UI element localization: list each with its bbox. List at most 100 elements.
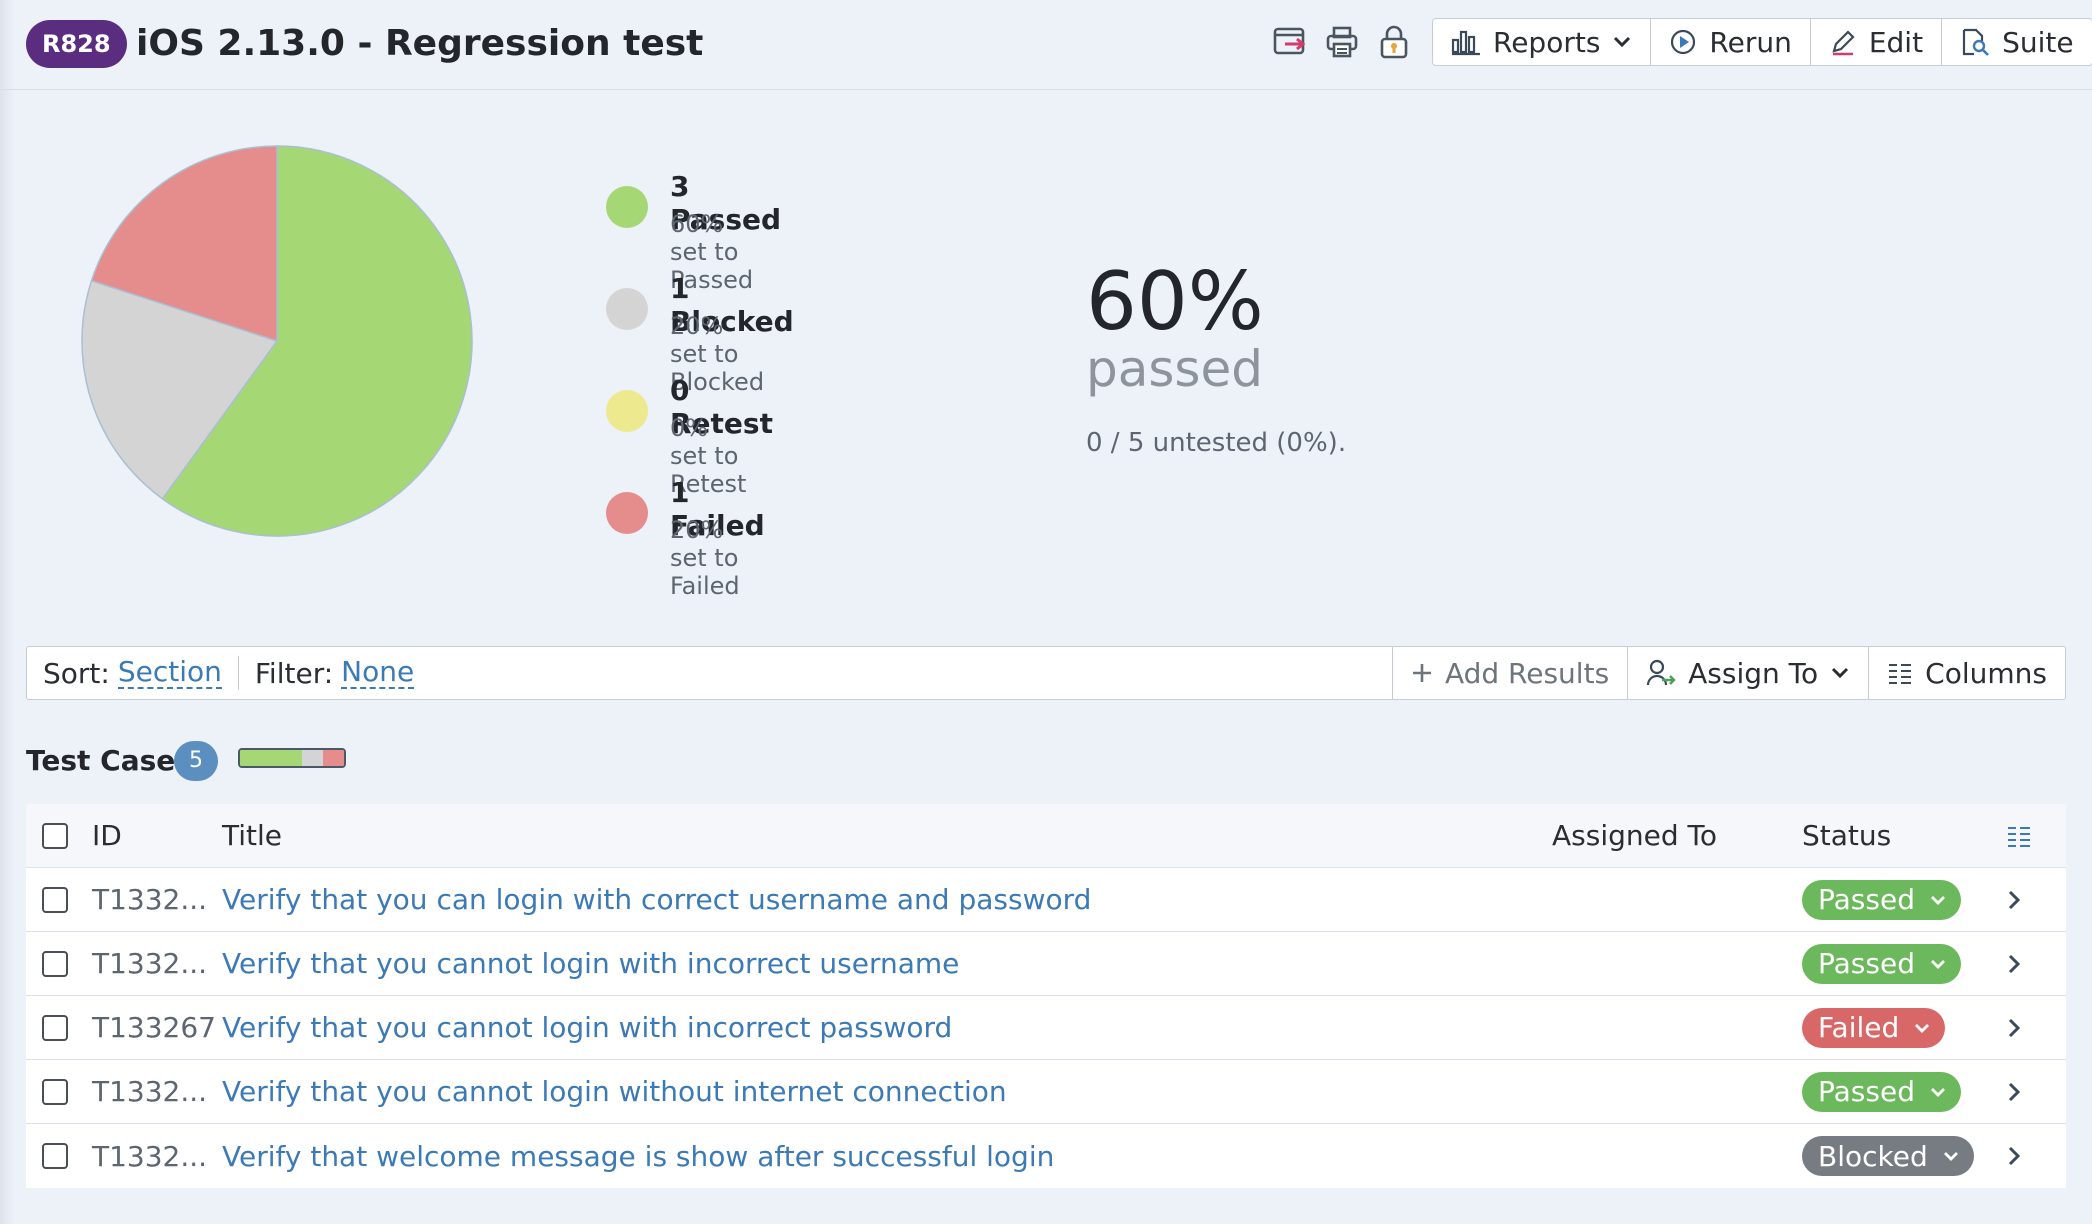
columns-label: Columns	[1925, 656, 2047, 690]
columns-button[interactable]: Columns	[1868, 647, 2065, 699]
chevron-down-icon	[1930, 959, 1945, 969]
run-header: R828 iOS 2.13.0 - Regression test Report…	[0, 0, 2092, 90]
status-dropdown[interactable]: Passed	[1802, 1071, 1961, 1112]
test-id: T1332...	[92, 1075, 208, 1108]
column-header-status[interactable]: Status	[1802, 804, 1891, 867]
reports-icon	[1451, 30, 1480, 56]
row-checkbox[interactable]	[42, 950, 68, 977]
untested-summary: 0 / 5 untested (0%).	[1086, 428, 1347, 458]
sort-label: Sort:	[43, 656, 110, 690]
test-title-link[interactable]: Verify that you can login with correct u…	[222, 868, 1091, 931]
tests-toolbar: Sort: Section Filter: None Add Results A…	[26, 646, 2066, 700]
test-cases-table: ID Title Assigned To Status T1332... Ver…	[26, 804, 2066, 1188]
legend-dot-blocked	[606, 288, 648, 330]
test-title-link[interactable]: Verify that you cannot login with incorr…	[222, 932, 959, 995]
legend-dot-failed	[606, 492, 648, 534]
test-title-link[interactable]: Verify that welcome message is show afte…	[222, 1124, 1054, 1188]
sort-selector-link[interactable]: Section	[117, 656, 222, 690]
status-dropdown[interactable]: Blocked	[1802, 1136, 1974, 1176]
table-row: T1332... Verify that you cannot login wi…	[26, 932, 2066, 996]
columns-icon	[1889, 664, 1912, 684]
add-results-label: Add Results	[1444, 656, 1610, 690]
edit-button-label: Edit	[1868, 25, 1924, 59]
header-button-group: Reports Rerun Edit Suite	[1432, 18, 2092, 66]
section-count-badge: 5	[174, 741, 218, 781]
status-label: Failed	[1818, 1011, 1900, 1044]
add-results-button[interactable]: Add Results	[1391, 647, 1627, 699]
chevron-right-icon[interactable]	[2006, 996, 2022, 1059]
status-label: Passed	[1818, 947, 1915, 980]
rerun-button[interactable]: Rerun	[1651, 19, 1811, 65]
progress-segment-passed	[240, 750, 303, 766]
run-id-badge: R828	[26, 20, 127, 68]
status-dropdown[interactable]: Passed	[1802, 879, 1961, 920]
status-pie-chart	[81, 145, 473, 537]
chevron-right-icon[interactable]	[2006, 932, 2022, 995]
legend-dot-passed	[606, 186, 648, 228]
test-title-link[interactable]: Verify that you cannot login with incorr…	[222, 996, 952, 1059]
play-circle-icon	[1671, 29, 1696, 55]
chevron-down-icon	[1915, 1023, 1930, 1033]
assign-to-label: Assign To	[1688, 656, 1819, 690]
document-search-icon	[1962, 28, 1989, 56]
rerun-button-label: Rerun	[1709, 25, 1792, 59]
chevron-down-icon	[1930, 1087, 1945, 1097]
status-label: Passed	[1818, 1075, 1915, 1108]
column-settings-icon[interactable]	[2006, 804, 2032, 867]
plus-icon	[1412, 664, 1431, 682]
section-title: Test Cases	[26, 744, 192, 777]
chevron-down-icon	[1930, 895, 1945, 905]
status-dropdown[interactable]: Passed	[1802, 943, 1961, 984]
chevron-right-icon[interactable]	[2006, 1060, 2022, 1123]
table-row: T1332... Verify that welcome message is …	[26, 1124, 2066, 1188]
print-icon[interactable]	[1322, 22, 1362, 62]
row-checkbox[interactable]	[42, 886, 68, 913]
filter-label: Filter:	[254, 656, 334, 690]
page-title: iOS 2.13.0 - Regression test	[136, 23, 704, 64]
table-row: T133267 Verify that you cannot login wit…	[26, 996, 2066, 1060]
test-id: T1332...	[92, 947, 208, 980]
status-dropdown[interactable]: Failed	[1802, 1007, 1946, 1048]
assign-to-button[interactable]: Assign To	[1627, 647, 1868, 699]
column-header-id[interactable]: ID	[92, 804, 122, 867]
edit-button[interactable]: Edit	[1811, 19, 1943, 65]
select-all-checkbox[interactable]	[42, 822, 68, 849]
table-header: ID Title Assigned To Status	[26, 804, 2066, 868]
legend-dot-retest	[606, 390, 648, 432]
chevron-right-icon[interactable]	[2006, 868, 2022, 931]
test-id: T1332...	[92, 883, 208, 916]
suite-button[interactable]: Suite	[1942, 19, 2092, 65]
reports-button-label: Reports	[1493, 25, 1601, 59]
pencil-icon	[1832, 30, 1855, 56]
section-progress-bar	[238, 748, 346, 768]
filter-control: Filter: None	[237, 656, 430, 690]
left-edge-shadow	[0, 0, 14, 1224]
reports-button[interactable]: Reports	[1433, 19, 1652, 65]
row-checkbox[interactable]	[42, 1078, 68, 1105]
test-id: T1332...	[92, 1139, 208, 1173]
test-id: T133267	[92, 1011, 216, 1044]
column-header-title[interactable]: Title	[222, 804, 282, 867]
progress-segment-blocked	[302, 750, 324, 766]
suite-button-label: Suite	[2002, 25, 2074, 59]
assign-user-icon	[1647, 659, 1676, 686]
status-label: Passed	[1818, 883, 1915, 916]
chevron-right-icon[interactable]	[2006, 1124, 2022, 1188]
filter-selector-link[interactable]: None	[341, 656, 415, 690]
row-checkbox[interactable]	[42, 1143, 68, 1169]
legend-subtitle: 20% set to Failed	[670, 516, 740, 600]
passed-percentage-label: passed	[1086, 340, 1263, 398]
chevron-down-icon	[1614, 36, 1631, 48]
status-label: Blocked	[1818, 1139, 1928, 1173]
row-checkbox[interactable]	[42, 1014, 68, 1041]
table-row: T1332... Verify that you can login with …	[26, 868, 2066, 932]
column-header-assigned-to[interactable]: Assigned To	[1552, 804, 1717, 867]
test-title-link[interactable]: Verify that you cannot login without int…	[222, 1060, 1007, 1123]
chevron-down-icon	[1943, 1152, 1958, 1161]
progress-segment-failed	[323, 750, 344, 766]
chevron-down-icon	[1832, 667, 1849, 679]
passed-percentage: 60%	[1086, 255, 1264, 348]
export-icon[interactable]	[1270, 22, 1310, 62]
sort-control: Sort: Section	[27, 656, 238, 690]
lock-icon[interactable]	[1374, 22, 1414, 62]
